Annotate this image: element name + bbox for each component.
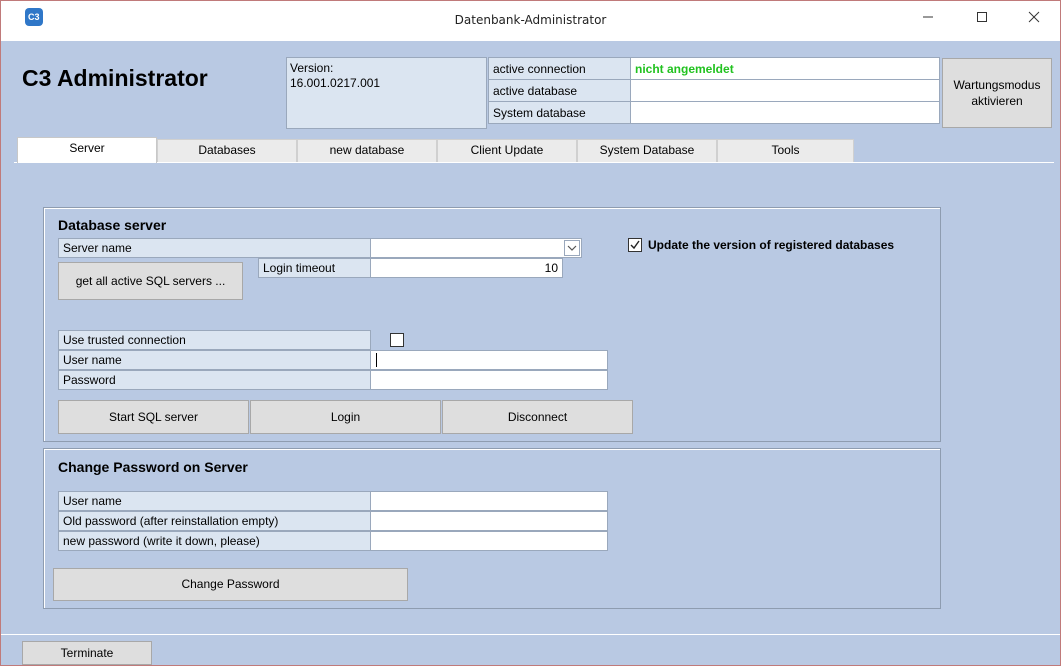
update-version-label: Update the version of registered databas… bbox=[648, 238, 895, 252]
cp-user-name-label: User name bbox=[58, 491, 371, 511]
chevron-down-icon bbox=[567, 245, 577, 251]
app-window: C3 Datenbank-Administrator C3 Administra… bbox=[0, 0, 1061, 666]
version-value: 16.001.0217.001 bbox=[290, 76, 381, 90]
server-name-label: Server name bbox=[58, 238, 371, 258]
user-name-input[interactable] bbox=[370, 350, 608, 370]
tab-system-database[interactable]: System Database bbox=[577, 139, 717, 162]
version-box: Version: 16.001.0217.001 bbox=[286, 57, 487, 129]
active-database-label: active database bbox=[488, 79, 631, 102]
password-input[interactable] bbox=[370, 370, 608, 390]
cp-user-name-input[interactable] bbox=[370, 491, 608, 511]
title-bar: C3 Datenbank-Administrator bbox=[1, 1, 1060, 41]
change-password-button[interactable]: Change Password bbox=[53, 568, 408, 601]
tab-tools[interactable]: Tools bbox=[717, 139, 854, 162]
password-label: Password bbox=[58, 370, 371, 390]
minimize-icon bbox=[923, 16, 933, 18]
tab-bar: Server Databases new database Client Upd… bbox=[14, 137, 1054, 163]
close-icon bbox=[1028, 11, 1040, 23]
database-server-title: Database server bbox=[58, 217, 167, 233]
app-name: C3 Administrator bbox=[22, 65, 208, 91]
window-title: Datenbank-Administrator bbox=[454, 13, 607, 27]
footer-divider bbox=[1, 634, 1060, 635]
trusted-connection-label: Use trusted connection bbox=[58, 330, 371, 350]
maximize-icon bbox=[977, 12, 987, 22]
maintenance-mode-button[interactable]: Wartungsmodus aktivieren bbox=[942, 58, 1052, 128]
old-password-input[interactable] bbox=[370, 511, 608, 531]
start-sql-server-button[interactable]: Start SQL server bbox=[58, 400, 249, 434]
active-database-value bbox=[630, 79, 940, 102]
login-button[interactable]: Login bbox=[250, 400, 441, 434]
header: C3 Administrator Version: 16.001.0217.00… bbox=[14, 57, 1054, 133]
new-password-input[interactable] bbox=[370, 531, 608, 551]
minimize-button[interactable] bbox=[905, 1, 951, 33]
server-tab-panel: Database server Server name get all acti… bbox=[17, 163, 1054, 631]
disconnect-button[interactable]: Disconnect bbox=[442, 400, 633, 434]
version-label: Version: bbox=[290, 61, 334, 75]
tab-databases[interactable]: Databases bbox=[157, 139, 297, 162]
old-password-label: Old password (after reinstallation empty… bbox=[58, 511, 371, 531]
maximize-button[interactable] bbox=[959, 1, 1005, 33]
database-server-group: Database server Server name get all acti… bbox=[43, 207, 941, 442]
trusted-connection-checkbox[interactable] bbox=[390, 333, 404, 347]
tab-client-update[interactable]: Client Update bbox=[437, 139, 577, 162]
terminate-button[interactable]: Terminate bbox=[22, 641, 152, 665]
server-name-dropdown[interactable] bbox=[370, 238, 582, 258]
get-active-servers-button[interactable]: get all active SQL servers ... bbox=[58, 262, 243, 300]
active-connection-value: nicht angemeldet bbox=[630, 57, 940, 80]
login-timeout-label: Login timeout bbox=[258, 258, 371, 278]
change-password-title: Change Password on Server bbox=[58, 459, 248, 475]
text-caret bbox=[376, 353, 377, 367]
tab-new-database[interactable]: new database bbox=[297, 139, 437, 162]
change-password-group: Change Password on Server User name Old … bbox=[43, 448, 941, 609]
connection-info-table: active connection nicht angemeldet activ… bbox=[488, 57, 940, 124]
dropdown-toggle[interactable] bbox=[564, 240, 580, 256]
system-database-value bbox=[630, 101, 940, 124]
system-database-label: System database bbox=[488, 101, 631, 124]
close-button[interactable] bbox=[1011, 1, 1057, 33]
login-timeout-input[interactable]: 10 bbox=[370, 258, 563, 278]
checkbox-checked-icon[interactable] bbox=[628, 238, 642, 252]
active-connection-label: active connection bbox=[488, 57, 631, 80]
user-name-label: User name bbox=[58, 350, 371, 370]
update-version-option[interactable]: Update the version of registered databas… bbox=[628, 238, 894, 252]
tab-server[interactable]: Server bbox=[17, 137, 157, 163]
new-password-label: new password (write it down, please) bbox=[58, 531, 371, 551]
